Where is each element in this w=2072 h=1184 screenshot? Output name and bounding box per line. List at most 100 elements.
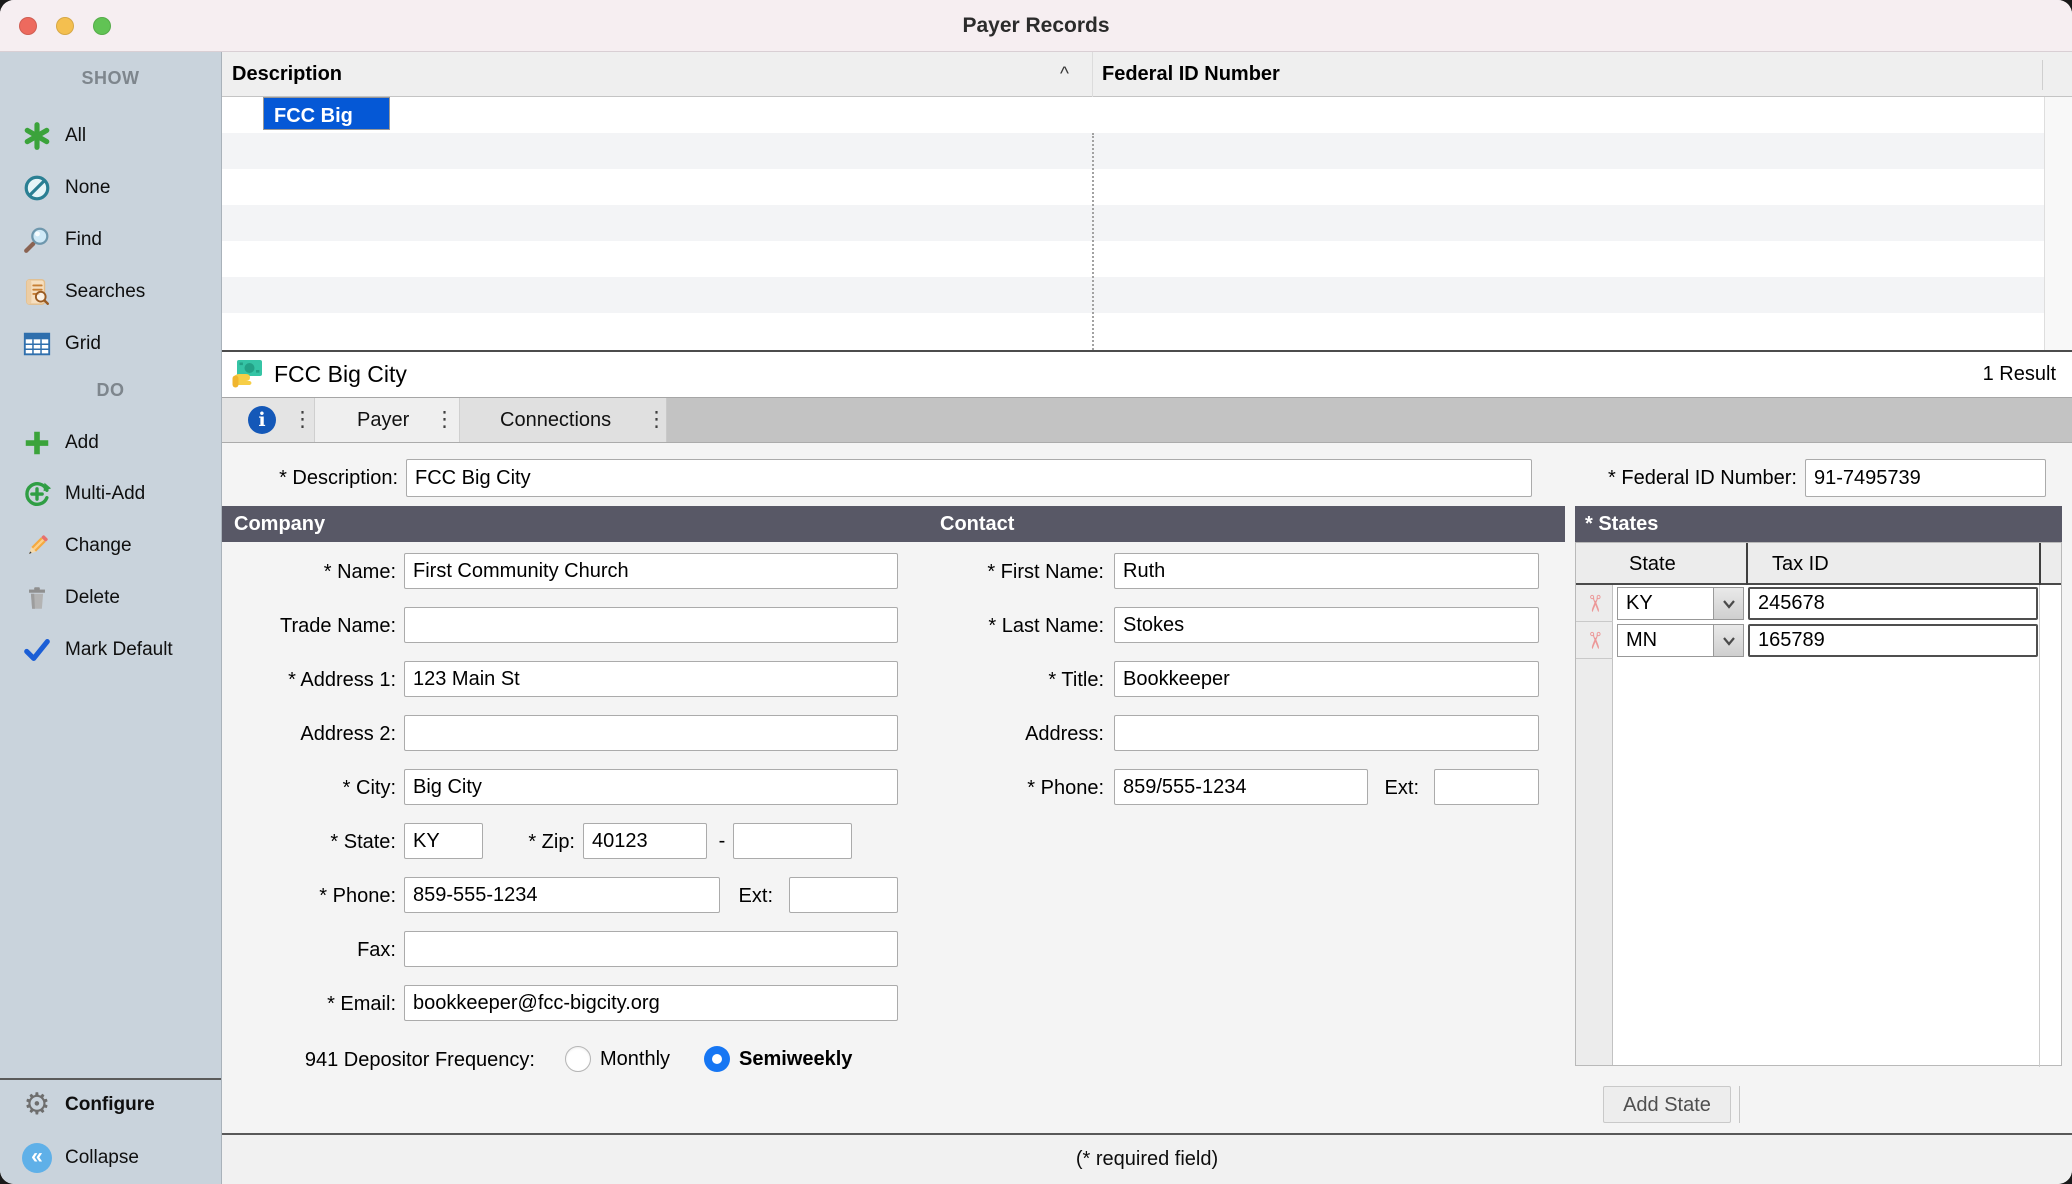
company-name-input[interactable] xyxy=(404,553,898,589)
sidebar-item-add[interactable]: Add xyxy=(0,426,221,460)
titlebar: Payer Records xyxy=(0,0,2072,52)
table-row-empty[interactable] xyxy=(222,169,2044,205)
section-header-company-contact: Company Contact xyxy=(222,506,1565,542)
sidebar-item-find[interactable]: Find xyxy=(0,223,221,257)
company-phone-input[interactable] xyxy=(404,877,720,913)
company-section-title: Company xyxy=(234,506,325,542)
description-input[interactable] xyxy=(406,459,1532,497)
overflow-dots-icon[interactable]: ⋮ xyxy=(292,398,313,442)
sidebar-section-do: DO xyxy=(0,380,221,401)
tax-id-input-mn[interactable] xyxy=(1748,624,2038,657)
column-divider[interactable] xyxy=(1092,52,1093,97)
last-name-input[interactable] xyxy=(1114,607,1539,643)
email-input[interactable] xyxy=(404,985,898,1021)
column-divider-dotted xyxy=(1092,97,1094,133)
window-title: Payer Records xyxy=(0,0,2072,52)
sidebar-item-none[interactable]: None xyxy=(0,171,221,205)
state-select-ky[interactable]: KY xyxy=(1617,587,1744,620)
list-scrollbar[interactable] xyxy=(2044,97,2072,350)
zip-plus4-input[interactable] xyxy=(733,823,852,859)
collapse-icon: « xyxy=(20,1141,54,1175)
sidebar-item-mark-default[interactable]: Mark Default xyxy=(0,633,221,667)
first-name-label: * First Name: xyxy=(922,553,1104,591)
sidebar-item-multi-add[interactable]: Multi-Add xyxy=(0,477,221,511)
fax-input[interactable] xyxy=(404,931,898,967)
remove-state-button[interactable]: ✂ xyxy=(1576,585,1613,622)
contact-address-label: Address: xyxy=(922,715,1104,753)
contact-ext-input[interactable] xyxy=(1434,769,1539,805)
states-column-taxid: Tax ID xyxy=(1772,543,1829,585)
trade-name-input[interactable] xyxy=(404,607,898,643)
sidebar-item-all[interactable]: All xyxy=(0,119,221,153)
sidebar-item-label: Grid xyxy=(65,333,101,355)
table-row-empty[interactable] xyxy=(222,241,2044,277)
list-body: FCC Big City 91-7495739 xyxy=(222,97,2072,350)
table-row-empty[interactable] xyxy=(222,133,2044,169)
company-ext-input[interactable] xyxy=(789,877,898,913)
radio-semiweekly-label[interactable]: Semiweekly xyxy=(739,1041,852,1077)
sidebar-item-label: Change xyxy=(65,535,132,557)
payer-money-hand-icon xyxy=(230,357,264,391)
sidebar-item-label: Searches xyxy=(65,281,145,303)
address2-input[interactable] xyxy=(404,715,898,751)
contact-address-input[interactable] xyxy=(1114,715,1539,751)
overflow-dots-icon[interactable]: ⋮ xyxy=(434,398,455,442)
frequency-label: 941 Depositor Frequency: xyxy=(222,1041,535,1079)
table-row-empty[interactable] xyxy=(222,205,2044,241)
sidebar-item-collapse[interactable]: « Collapse xyxy=(0,1141,221,1175)
add-state-button[interactable]: Add State xyxy=(1603,1086,1731,1123)
states-table: State Tax ID ✂ KY ✂ MN xyxy=(1575,542,2062,1066)
sidebar-item-delete[interactable]: Delete xyxy=(0,581,221,615)
company-phone-label: * Phone: xyxy=(222,877,396,915)
sidebar-item-label: None xyxy=(65,177,110,199)
chevron-down-icon[interactable] xyxy=(1713,625,1743,656)
radio-semiweekly[interactable] xyxy=(704,1046,730,1072)
overflow-dots-icon[interactable]: ⋮ xyxy=(646,398,667,442)
federal-id-input[interactable] xyxy=(1805,459,2046,497)
chevron-down-icon[interactable] xyxy=(1713,588,1743,619)
address1-input[interactable] xyxy=(404,661,898,697)
column-divider-dotted xyxy=(1092,133,1094,350)
table-row-empty[interactable] xyxy=(222,277,2044,313)
tab-bar: i ⋮ Payer ⋮ Connections ⋮ xyxy=(222,397,2072,443)
radio-monthly-label[interactable]: Monthly xyxy=(600,1041,670,1077)
result-count: 1 Result xyxy=(1983,352,2056,397)
sidebar-section-show: SHOW xyxy=(0,68,221,89)
states-column-divider xyxy=(2039,543,2041,585)
sidebar-item-label: Mark Default xyxy=(65,639,173,661)
remove-state-button[interactable]: ✂ xyxy=(1576,622,1613,659)
table-row-empty[interactable] xyxy=(222,313,2044,349)
first-name-input[interactable] xyxy=(1114,553,1539,589)
state-row-ky: ✂ KY xyxy=(1576,585,2061,622)
state-select-mn[interactable]: MN xyxy=(1617,624,1744,657)
last-name-label: * Last Name: xyxy=(922,607,1104,645)
zip-input[interactable] xyxy=(583,823,707,859)
sidebar-item-searches[interactable]: Searches xyxy=(0,275,221,309)
sidebar-item-change[interactable]: Change xyxy=(0,529,221,563)
bottom-bar: (* required field) xyxy=(222,1133,2072,1184)
sidebar-item-label: Delete xyxy=(65,587,120,609)
contact-phone-input[interactable] xyxy=(1114,769,1368,805)
description-label: * Description: xyxy=(222,459,398,497)
info-icon[interactable]: i xyxy=(248,406,276,434)
find-icon xyxy=(20,223,54,257)
list-header: Description ^ Federal ID Number xyxy=(222,52,2072,97)
button-divider xyxy=(1739,1086,1740,1123)
sidebar-item-grid[interactable]: Grid xyxy=(0,327,221,361)
column-header-federal-id[interactable]: Federal ID Number xyxy=(1102,52,1280,97)
fax-label: Fax: xyxy=(222,931,396,969)
city-input[interactable] xyxy=(404,769,898,805)
sort-ascending-icon[interactable]: ^ xyxy=(1060,52,1069,97)
table-row-selected[interactable]: FCC Big City 91-7495739 xyxy=(263,97,390,130)
title-input[interactable] xyxy=(1114,661,1539,697)
radio-monthly[interactable] xyxy=(565,1046,591,1072)
title-label: * Title: xyxy=(922,661,1104,699)
column-header-description[interactable]: Description xyxy=(232,52,342,97)
tab-connections-label[interactable]: Connections xyxy=(500,398,611,442)
tab-payer-label[interactable]: Payer xyxy=(357,398,409,442)
sidebar-item-configure[interactable]: ⚙ Configure xyxy=(0,1088,221,1122)
record-header: FCC Big City 1 Result xyxy=(222,352,2072,397)
multi-add-icon xyxy=(20,477,54,511)
sidebar-item-label: Multi-Add xyxy=(65,483,145,505)
tax-id-input-ky[interactable] xyxy=(1748,587,2038,620)
